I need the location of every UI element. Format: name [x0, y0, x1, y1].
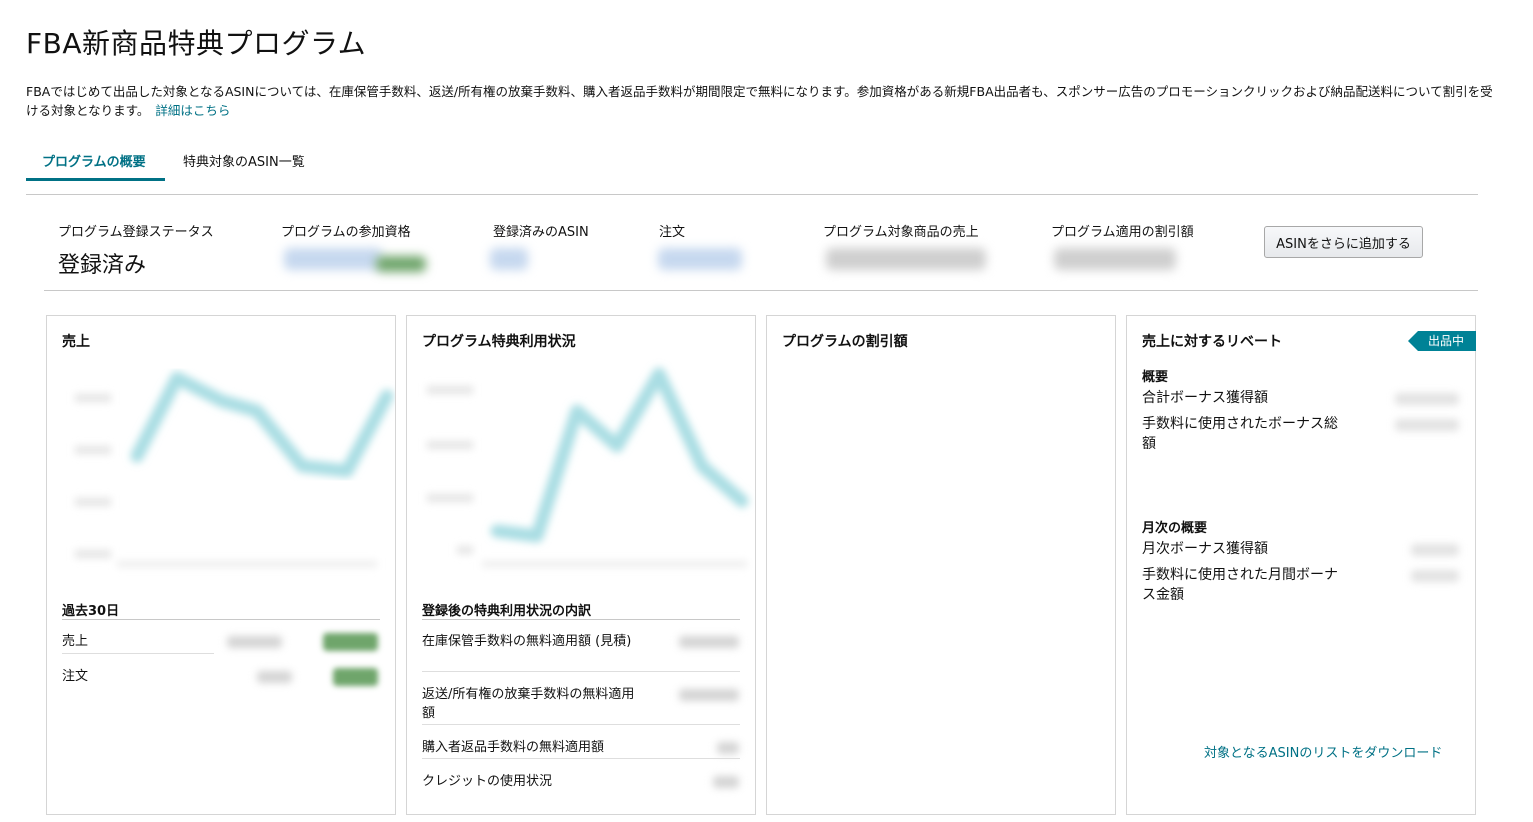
- sales-card: 売上 過去30日 売上 注文: [46, 315, 396, 815]
- divider: [422, 724, 740, 725]
- chart-axis-labels: [75, 394, 377, 567]
- card-title: 売上: [62, 334, 90, 350]
- blurred-value: [1411, 544, 1459, 556]
- label-monthly-fee-bonus: 手数料に使用された月間ボーナス金額: [1142, 567, 1338, 603]
- card-title: プログラム特典利用状況: [422, 334, 576, 350]
- intro-description: FBAではじめて出品した対象となるASINについては、在庫保管手数料、返送/所有…: [26, 84, 1493, 118]
- benefit-usage-card: プログラム特典利用状況 登録後の特典利用状況の内訳 在庫保管手数料の無料適用額 …: [406, 315, 756, 815]
- blurred-value: [490, 248, 528, 270]
- row-label-sales: 売上: [62, 634, 89, 649]
- stat-eligibility: プログラムの参加資格: [281, 221, 411, 240]
- tab-bar: プログラムの概要 特典対象のASIN一覧: [26, 140, 321, 181]
- tabs-divider: [26, 194, 1478, 195]
- blurred-value: [717, 742, 739, 754]
- label-monthly-bonus: 月次ボーナス獲得額: [1142, 541, 1268, 557]
- card-title: プログラムの割引額: [782, 334, 908, 350]
- blurred-value: [713, 776, 739, 788]
- blurred-value: [257, 671, 292, 683]
- label-total-bonus: 合計ボーナス獲得額: [1142, 390, 1268, 406]
- stat-enrollment-status: プログラム登録ステータス 登録済み: [58, 221, 214, 279]
- usage-chart: [427, 367, 749, 567]
- blurred-value: [284, 248, 382, 270]
- tab-eligible-asin-list[interactable]: 特典対象のASIN一覧: [165, 140, 321, 181]
- row-label-orders: 注文: [62, 669, 89, 684]
- stat-label: プログラム登録ステータス: [58, 225, 214, 240]
- stat-program-sales: プログラム対象商品の売上: [823, 221, 979, 240]
- blurred-value: [658, 248, 742, 270]
- status-badge: 出品中: [1408, 331, 1476, 351]
- blurred-badge: [376, 256, 426, 272]
- stat-program-discount: プログラム適用の割引額: [1051, 221, 1194, 240]
- sales-trend-line: [130, 371, 394, 478]
- blurred-value: [1395, 419, 1459, 431]
- section-head-monthly: 月次の概要: [1142, 521, 1208, 536]
- row-label-removal-fee: 返送/所有権の放棄手数料の無料適用額: [422, 687, 635, 721]
- row-label-return-fee: 購入者返品手数料の無料適用額: [422, 740, 605, 755]
- stat-label: プログラム適用の割引額: [1051, 225, 1194, 240]
- blurred-value: [1054, 248, 1176, 270]
- blurred-value: [826, 248, 986, 270]
- blurred-value: [227, 636, 282, 648]
- blurred-value: [679, 636, 739, 648]
- blurred-value: [679, 689, 739, 701]
- row-label-credit-usage: クレジットの使用状況: [422, 774, 553, 789]
- page-title: FBA新商品特典プログラム: [26, 27, 367, 60]
- section-head-usage-breakdown: 登録後の特典利用状況の内訳: [422, 604, 592, 619]
- divider: [422, 619, 740, 620]
- intro-text: FBAではじめて出品した対象となるASINについては、在庫保管手数料、返送/所有…: [26, 82, 1496, 120]
- label-fee-bonus-total: 手数料に使用されたボーナス総額: [1142, 416, 1338, 452]
- add-more-asin-button[interactable]: ASINをさらに追加する: [1264, 226, 1423, 258]
- blurred-value: [1411, 570, 1459, 582]
- blurred-badge: [323, 633, 378, 651]
- blurred-badge: [333, 668, 378, 686]
- sales-chart: [75, 371, 394, 567]
- card-title: 売上に対するリベート: [1142, 334, 1282, 350]
- stat-value: 登録済み: [58, 253, 147, 278]
- divider: [62, 653, 214, 654]
- section-head-summary: 概要: [1142, 370, 1169, 385]
- divider: [422, 671, 740, 672]
- divider: [422, 758, 740, 759]
- usage-trend-line: [490, 367, 749, 543]
- download-asin-list-link[interactable]: 対象となるASINのリストをダウンロード: [1204, 742, 1442, 761]
- program-discount-card: プログラムの割引額: [766, 315, 1116, 815]
- sales-rebate-card: 売上に対するリベート 出品中 概要 合計ボーナス獲得額 手数料に使用されたボーナ…: [1126, 315, 1476, 815]
- row-label-storage-fee: 在庫保管手数料の無料適用額 (見積): [422, 634, 632, 649]
- blurred-value: [1395, 393, 1459, 405]
- stat-registered-asin: 登録済みのASIN: [493, 221, 589, 240]
- program-stats-bar: プログラム登録ステータス 登録済み プログラムの参加資格 登録済みのASIN 注…: [44, 196, 1478, 291]
- section-head-last-30-days: 過去30日: [62, 604, 120, 619]
- stat-label: プログラム対象商品の売上: [823, 225, 979, 240]
- divider: [62, 619, 380, 620]
- stat-label: プログラムの参加資格: [281, 225, 411, 240]
- stat-label: 登録済みのASIN: [493, 225, 589, 240]
- learn-more-link[interactable]: 詳細はこちら: [155, 103, 230, 118]
- tab-program-overview[interactable]: プログラムの概要: [26, 140, 165, 181]
- stat-label: 注文: [659, 225, 686, 240]
- stat-orders: 注文: [659, 221, 685, 240]
